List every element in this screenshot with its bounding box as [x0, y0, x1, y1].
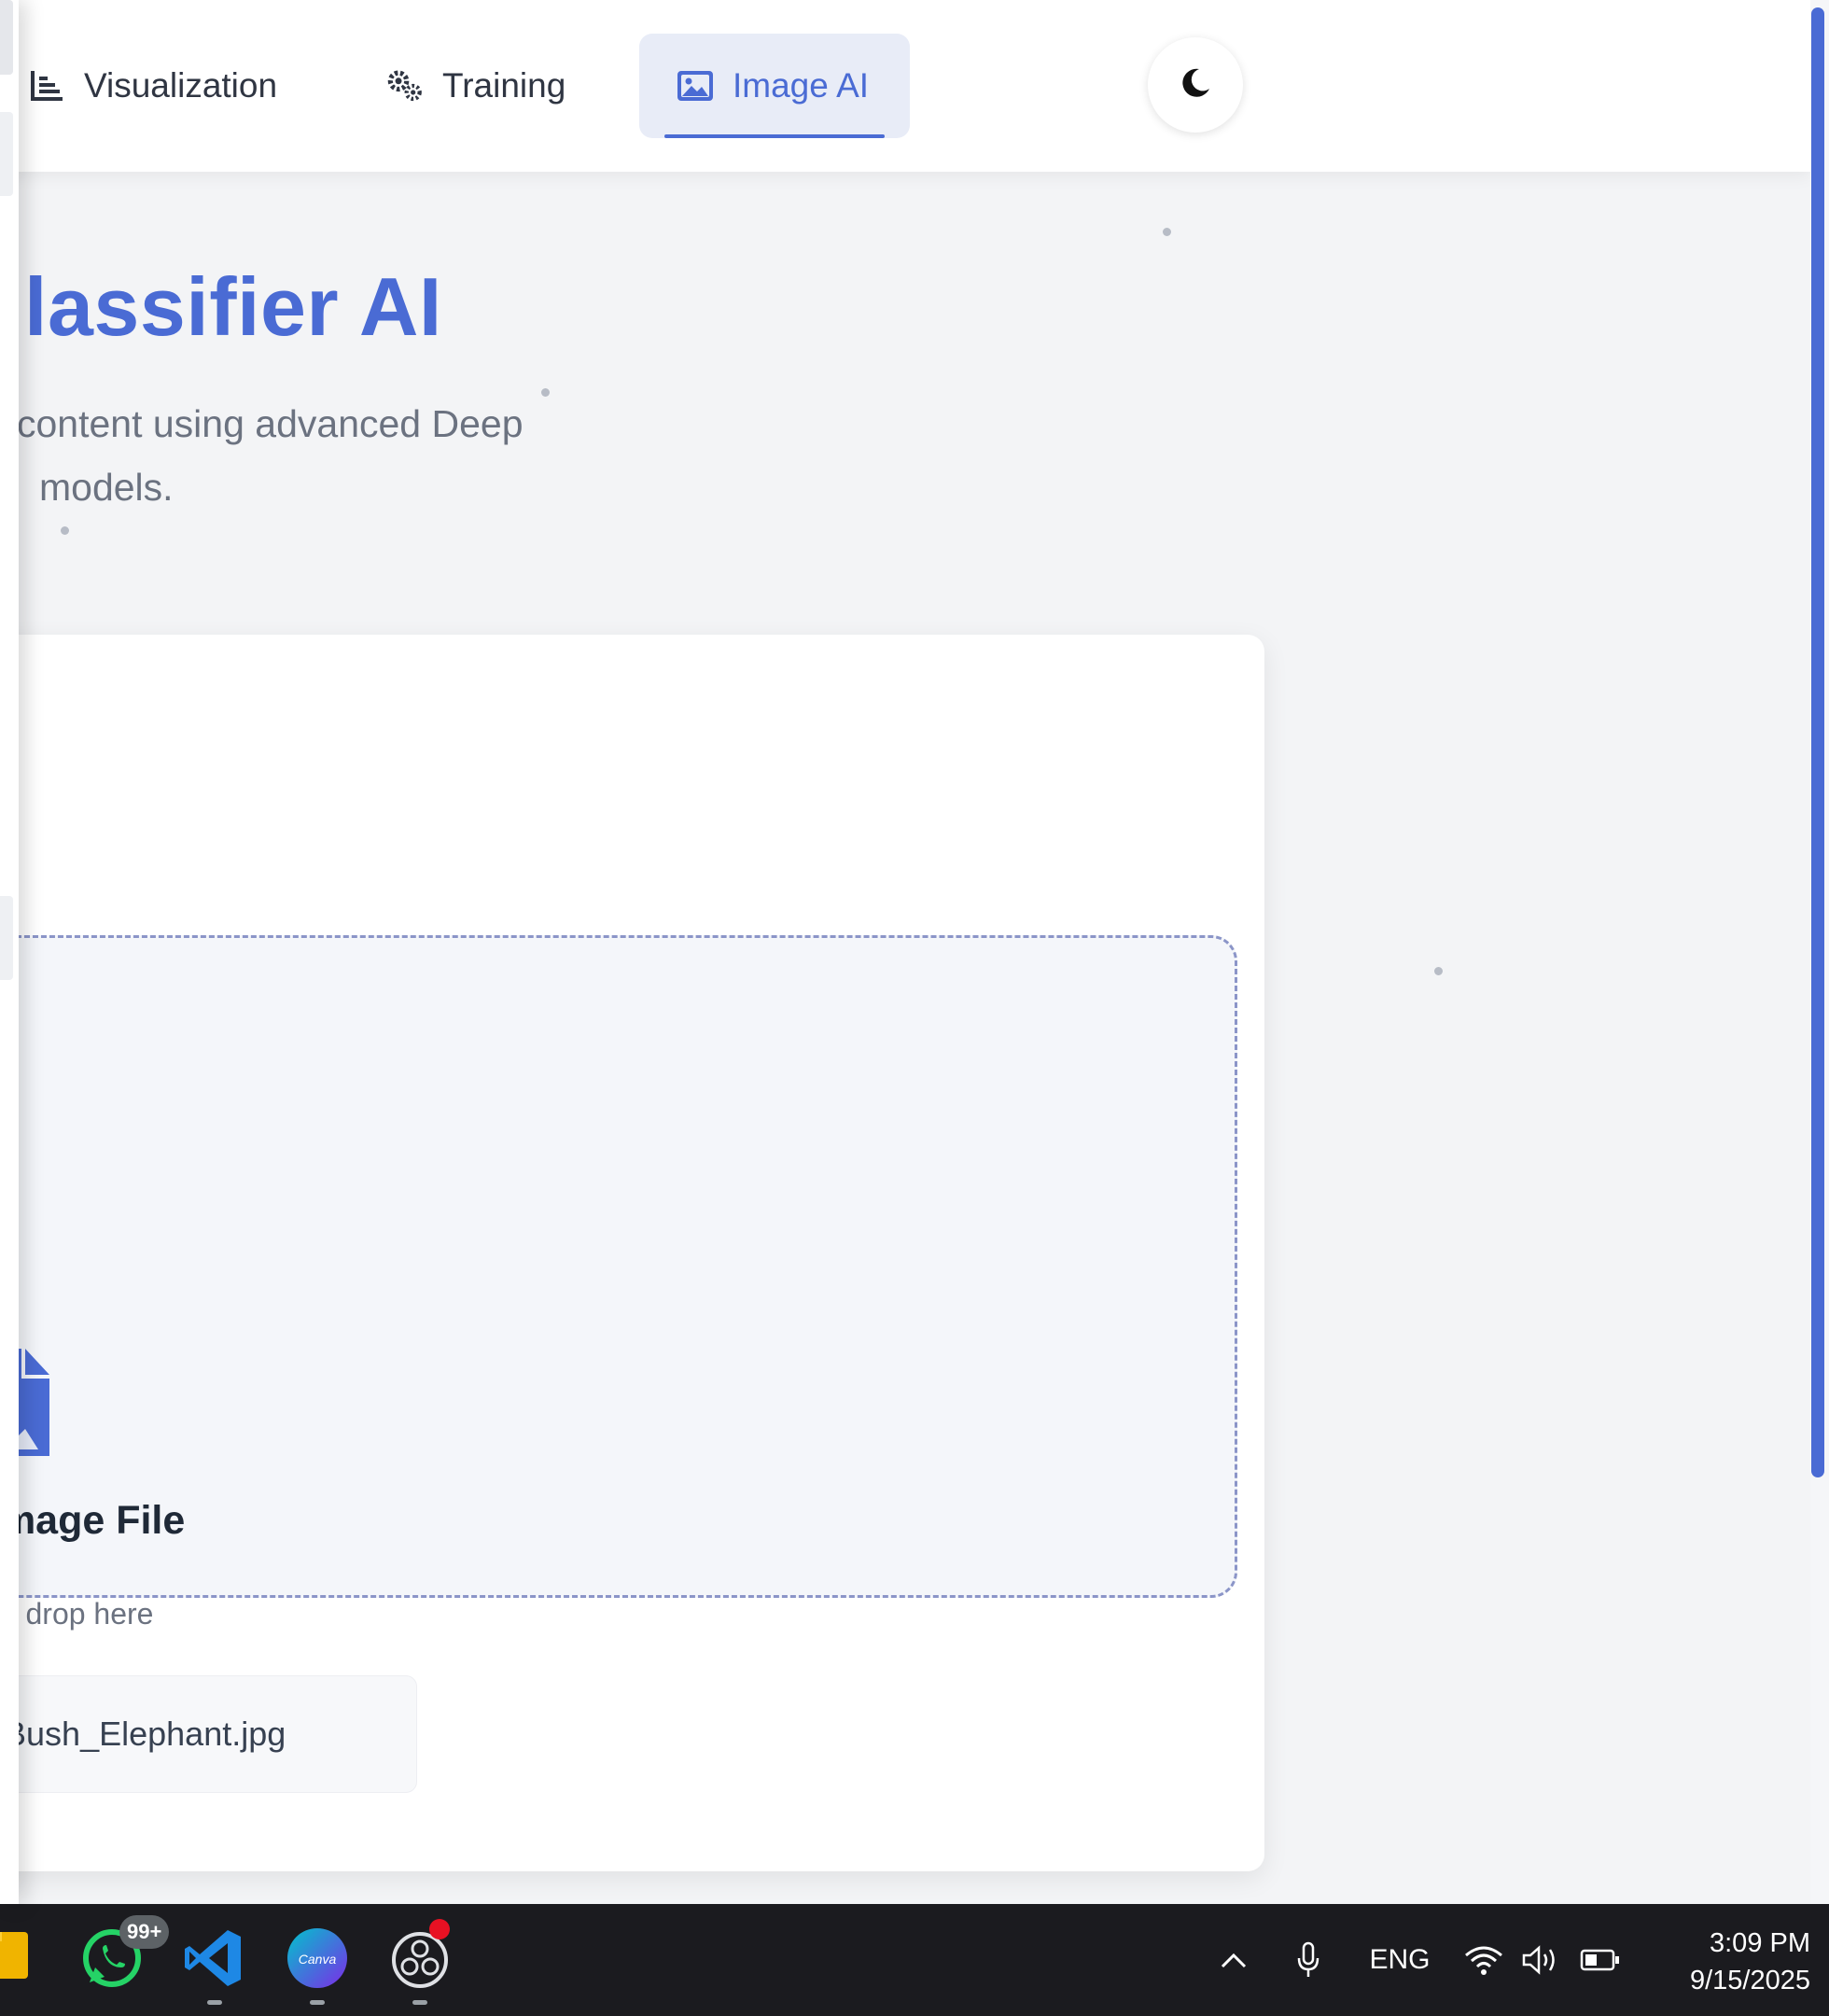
canva-label: Canva: [299, 1952, 337, 1967]
upload-card: Image File nd drop here _Bush_Elephant.j…: [0, 635, 1264, 1871]
running-indicator: [310, 2000, 325, 2005]
selected-file-name[interactable]: _Bush_Elephant.jpg: [0, 1675, 417, 1793]
decorative-dot: [541, 388, 550, 397]
wifi-icon[interactable]: [1461, 1904, 1506, 2016]
notification-badge: 99+: [119, 1915, 170, 1949]
side-panel-item: [0, 0, 13, 75]
tab-image-ai-label: Image AI: [733, 66, 870, 105]
canva-icon[interactable]: Canva: [284, 1925, 351, 2005]
tab-visualization-label: Visualization: [84, 66, 278, 105]
image-icon: [677, 67, 714, 105]
dropzone-title: Image File: [0, 1498, 186, 1543]
tab-image-ai[interactable]: Image AI: [639, 34, 910, 138]
page-title: lassifier AI: [24, 260, 442, 353]
moon-icon: [1179, 66, 1212, 105]
decorative-dot: [1434, 967, 1443, 975]
dropzone-hint: nd drop here: [0, 1597, 154, 1631]
chevron-up-icon[interactable]: [1213, 1904, 1254, 2016]
side-panel-edge: [0, 0, 19, 1904]
side-panel-item: [0, 896, 13, 980]
vscode-icon[interactable]: [181, 1925, 248, 2005]
tab-visualization[interactable]: Visualization: [28, 34, 277, 138]
language-label: ENG: [1369, 1944, 1431, 1975]
running-indicator: [412, 2000, 427, 2005]
decorative-dot: [61, 526, 69, 535]
clock-date: 9/15/2025: [1689, 1966, 1810, 1995]
scrollbar-thumb[interactable]: [1811, 7, 1824, 1477]
active-tab-indicator: [664, 134, 885, 138]
taskbar: 99+ Canva ENG 3:09 PM 9/15/2025: [0, 1904, 1829, 2016]
tab-training-label: Training: [442, 66, 566, 105]
gears-icon: [386, 67, 424, 105]
theme-toggle-button[interactable]: [1148, 37, 1243, 133]
recording-dot: [429, 1919, 450, 1939]
file-explorer-icon[interactable]: [0, 1925, 49, 1992]
obs-icon[interactable]: [386, 1919, 454, 2005]
clock-time: 3:09 PM: [1710, 1928, 1810, 1958]
top-nav-bar: Visualization Training Image AI: [0, 0, 1810, 172]
whatsapp-icon[interactable]: 99+: [78, 1915, 170, 1992]
image-dropzone[interactable]: Image File nd drop here _Bush_Elephant.j…: [0, 935, 1237, 1793]
side-panel-item: [0, 112, 13, 196]
decorative-dot: [1163, 228, 1171, 236]
volume-icon[interactable]: [1519, 1904, 1564, 2016]
page-subtitle-line-2: models.: [39, 466, 174, 509]
chart-icon: [28, 67, 65, 105]
tab-training[interactable]: Training: [386, 34, 565, 138]
page-subtitle: content using advanced Deep models.: [17, 392, 651, 519]
battery-icon[interactable]: [1577, 1904, 1624, 2016]
running-indicator: [207, 2000, 222, 2005]
language-indicator[interactable]: ENG: [1362, 1904, 1437, 2016]
microphone-icon[interactable]: [1288, 1904, 1329, 2016]
system-clock[interactable]: 3:09 PM 9/15/2025: [1642, 1925, 1810, 1999]
page-subtitle-line-1: content using advanced Deep: [17, 402, 524, 445]
